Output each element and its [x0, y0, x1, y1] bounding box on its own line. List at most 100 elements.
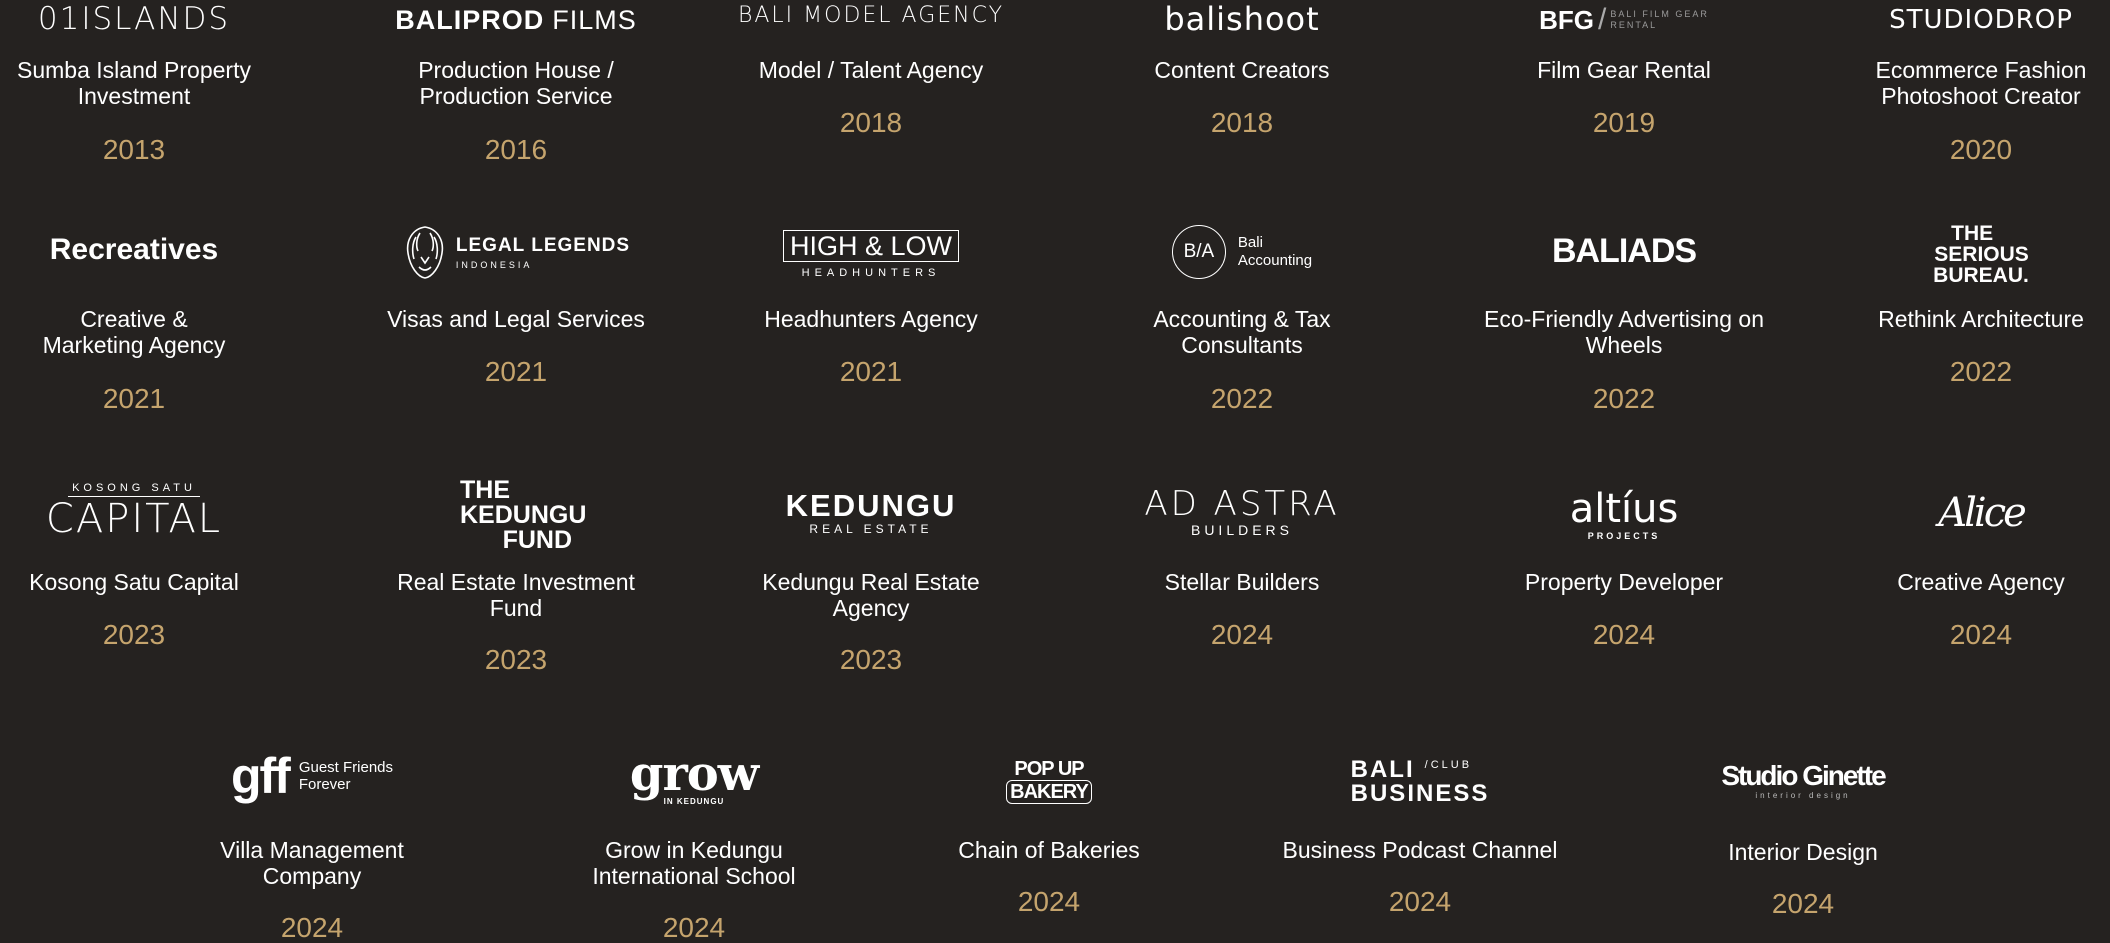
- logo-text: Recreatives: [49, 233, 219, 266]
- year-founded: 2021: [484, 356, 548, 387]
- logo-text: gff: [230, 748, 291, 804]
- logo-text: grow: [629, 745, 759, 802]
- logo-high-low: HIGH & LOW HEADHUNTERS: [701, 226, 1041, 282]
- logo-bali-model-agency: BALI MODEL AGENCY: [701, 0, 1041, 30]
- logo-text-secondary: Accounting: [1237, 252, 1313, 269]
- logo-text: altíus: [1569, 486, 1679, 532]
- year-founded: 2019: [1592, 107, 1656, 138]
- logo-text: BALI MODEL AGENCY: [737, 2, 1005, 28]
- logo-text: STUDIODROP: [1889, 5, 2073, 35]
- logo-ad-astra: AD ASTRA BUILDERS: [1072, 484, 1412, 540]
- year-founded: 2024: [662, 912, 726, 943]
- logo-kedungu-fund: THE KEDUNGU FUND: [346, 475, 686, 555]
- logo-text: Studio Ginette: [1721, 759, 1886, 791]
- year-founded: 2023: [484, 644, 548, 675]
- logo-01islands: 01ISLANDS: [0, 0, 304, 38]
- logo-gff: gff Guest Friends Forever: [142, 745, 482, 807]
- year-founded: 2024: [1592, 619, 1656, 650]
- company-description: Kosong Satu Capital: [29, 569, 239, 595]
- company-description: Rethink Architecture: [1878, 306, 2084, 332]
- logo-text-line: BALI /CLUB: [1351, 758, 1490, 782]
- logo-text-line: THE: [460, 475, 510, 504]
- logo-wordmark: THE SERIOUS BUREAU.: [1933, 223, 2029, 286]
- company-description: Grow in Kedungu International School: [592, 837, 796, 889]
- lion-icon: [406, 226, 444, 279]
- logo-kosong-satu-capital: KOSONG SATU CAPITAL: [0, 480, 304, 542]
- company-description: Creative Agency: [1897, 569, 2065, 595]
- year-founded: 2018: [839, 107, 903, 138]
- year-founded: 2024: [280, 912, 344, 943]
- logo-baliprod-films: BALIPROD FILMS: [346, 2, 686, 38]
- year-founded: 2022: [1592, 383, 1656, 414]
- logo-subtext: KOSONG SATU: [68, 482, 200, 497]
- logo-text: HIGH & LOW: [782, 229, 959, 262]
- company-description: Property Developer: [1524, 569, 1724, 595]
- year-founded: 2016: [484, 134, 548, 165]
- logo-grow: grow IN KEDUNGU: [524, 745, 864, 811]
- logo-text: CAPITAL: [45, 495, 223, 542]
- company-description: Model / Talent Agency: [758, 57, 984, 83]
- year-founded: 2021: [102, 383, 166, 414]
- logo-wordmark: Guest Friends Forever: [299, 759, 393, 793]
- company-description: Kedungu Real Estate Agency: [762, 569, 980, 621]
- company-description: Content Creators: [1154, 57, 1330, 83]
- logo-subtext: BUILDERS: [1190, 522, 1294, 538]
- year-founded: 2024: [1017, 886, 1081, 917]
- logo-text: BFG: [1539, 4, 1594, 35]
- logo-text: POP UP: [1014, 758, 1084, 780]
- logo-text: Alice: [1938, 490, 2027, 536]
- year-founded: 2022: [1949, 356, 2013, 387]
- logo-text-line: Forever: [298, 776, 351, 793]
- logo-subtext: IN KEDUNGU: [663, 796, 725, 806]
- logo-subtext-line: RENTAL: [1610, 20, 1658, 30]
- logo-text-line: FUND: [502, 525, 572, 554]
- logo-studio-ginette: Studio Ginette interior design: [1633, 755, 1973, 805]
- year-founded: 2020: [1949, 134, 2013, 165]
- logo-subtext: /CLUB: [1424, 759, 1473, 771]
- logo-kedungu-real-estate: KEDUNGU REAL ESTATE: [701, 488, 1041, 538]
- logo-serious-bureau: THE SERIOUS BUREAU.: [1811, 222, 2110, 286]
- logo-text-line: BUREAU.: [1933, 263, 2029, 287]
- logo-bali-accounting: B/A Bali Accounting: [1072, 222, 1412, 282]
- logo-studiodrop: STUDIODROP: [1811, 2, 2110, 38]
- logo-recreatives: Recreatives: [0, 230, 304, 270]
- logo-bfg: BFG / BALI FILM GEAR RENTAL: [1454, 2, 1794, 38]
- year-founded: 2021: [839, 356, 903, 387]
- company-description: Villa Management Company: [220, 837, 404, 889]
- logo-text-secondary: BAKERY: [1006, 780, 1092, 804]
- logo-text: KEDUNGU: [785, 488, 957, 523]
- logo-text: 01ISLANDS: [37, 1, 231, 37]
- year-founded: 2022: [1210, 383, 1274, 414]
- company-description: Film Gear Rental: [1537, 57, 1711, 83]
- logo-subtext-line: BALI FILM GEAR: [1610, 9, 1709, 19]
- company-description: Accounting & Tax Consultants: [1153, 306, 1331, 358]
- logo-text: balishoot: [1164, 0, 1320, 38]
- company-description: Chain of Bakeries: [958, 837, 1140, 863]
- logo-wordmark: LEGAL LEGENDS INDONESIA: [456, 235, 630, 270]
- year-founded: 2018: [1210, 107, 1274, 138]
- company-description: Sumba Island Property Investment: [17, 57, 251, 109]
- company-description: Eco-Friendly Advertising on Wheels: [1484, 306, 1764, 358]
- logo-text-line: KEDUNGU: [460, 500, 587, 529]
- logo-subtext: PROJECTS: [1587, 531, 1661, 541]
- logo-wordmark: BALI /CLUB BUSINESS: [1351, 758, 1490, 806]
- company-description: Production House / Production Service: [418, 57, 614, 109]
- company-description: Creative & Marketing Agency: [42, 306, 226, 358]
- company-description: Ecommerce Fashion Photoshoot Creator: [1875, 57, 2087, 109]
- logo-balishoot: balishoot: [1072, 0, 1412, 38]
- logo-bali-business-club: BALI /CLUB BUSINESS: [1250, 757, 1590, 807]
- company-description: Real Estate Investment Fund: [397, 569, 635, 621]
- logo-text: LEGAL LEGENDS: [455, 234, 631, 256]
- logo-text: Bali: [1237, 234, 1263, 251]
- logo-text-line: SERIOUS: [1934, 242, 2029, 266]
- year-founded: 2013: [102, 134, 166, 165]
- year-founded: 2023: [839, 644, 903, 675]
- logo-altius: altíus PROJECTS: [1454, 484, 1794, 544]
- ba-circle-mark: B/A: [1171, 225, 1226, 279]
- logo-wordmark: Bali Accounting: [1238, 234, 1312, 270]
- logo-wordmark: THE KEDUNGU FUND: [460, 475, 587, 554]
- company-description: Interior Design: [1728, 839, 1878, 865]
- year-founded: 2023: [102, 619, 166, 650]
- year-founded: 2024: [1388, 886, 1452, 917]
- year-founded: 2024: [1949, 619, 2013, 650]
